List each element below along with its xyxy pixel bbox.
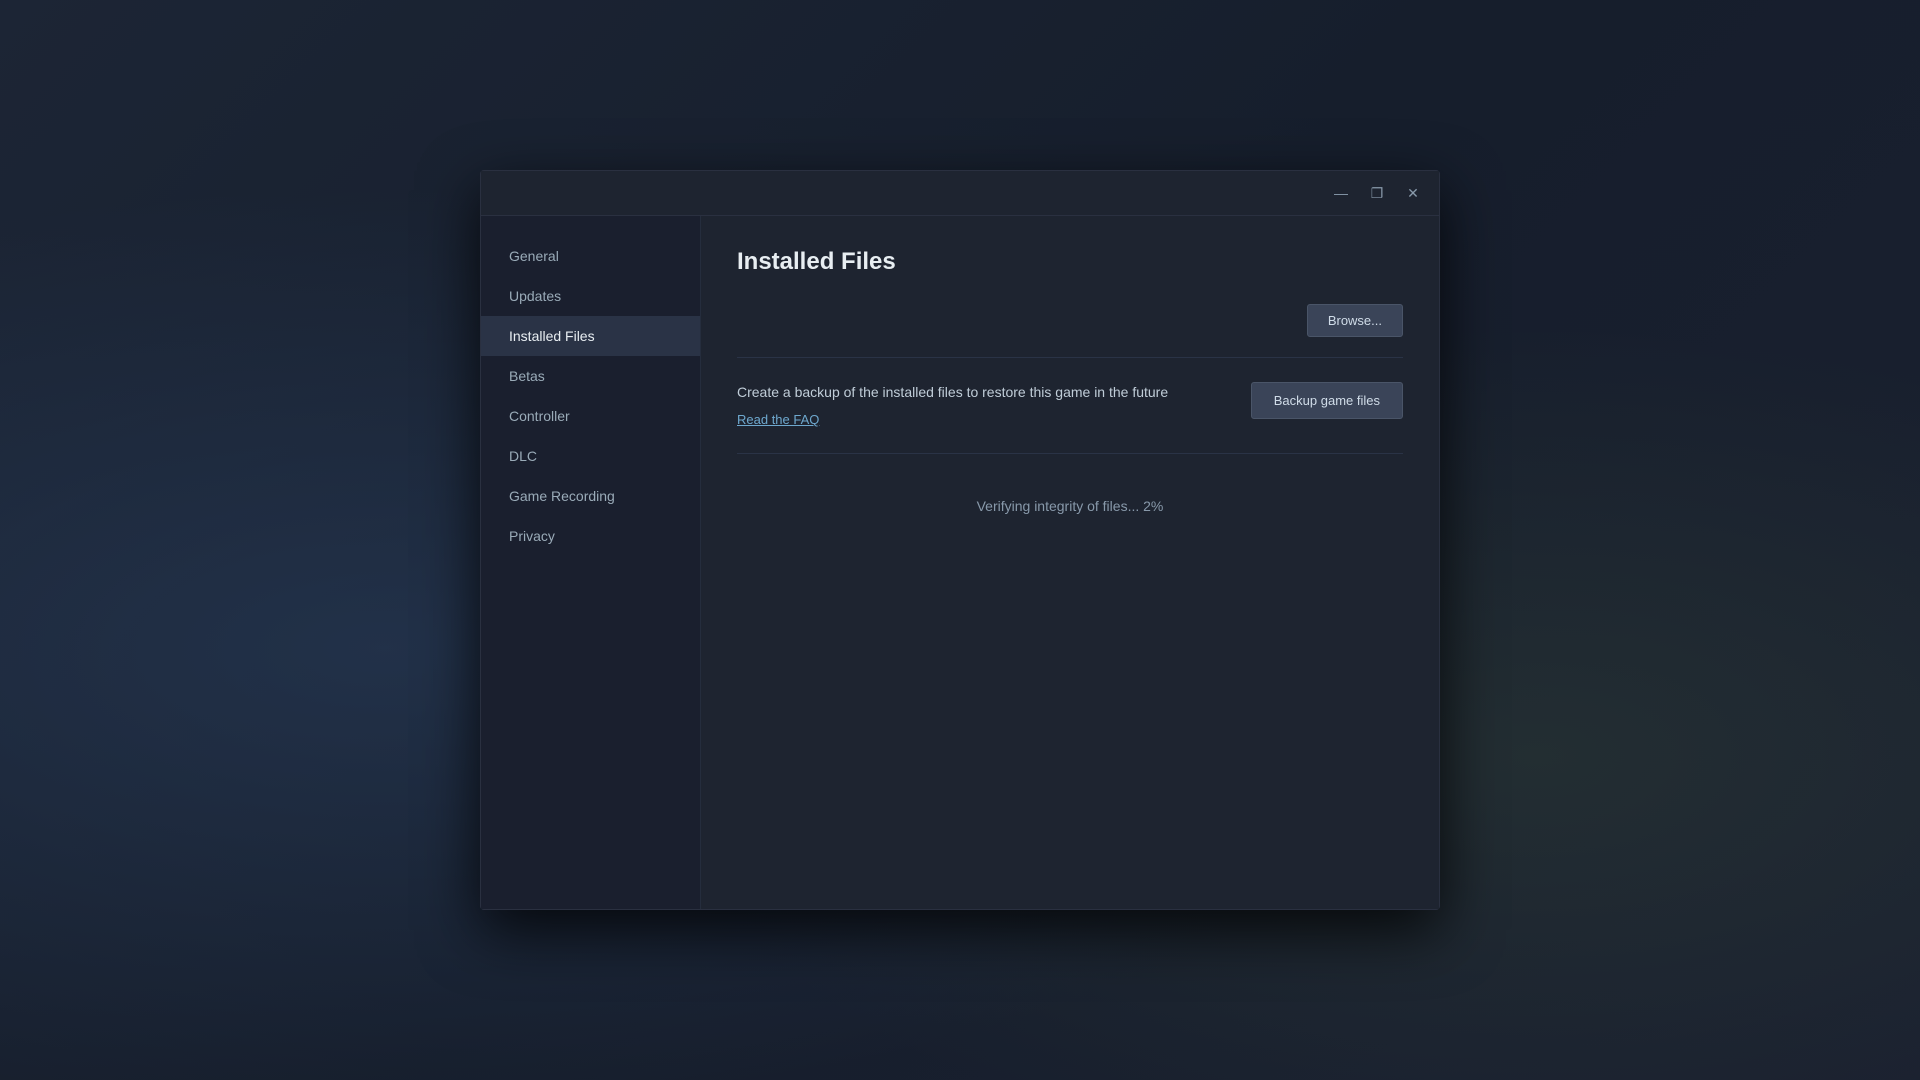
sidebar: General Updates Installed Files Betas Co… xyxy=(481,216,701,909)
sidebar-item-dlc[interactable]: DLC xyxy=(481,436,700,476)
backup-game-files-button[interactable]: Backup game files xyxy=(1251,382,1403,419)
content-area: General Updates Installed Files Betas Co… xyxy=(481,216,1439,909)
maximize-button[interactable]: ❐ xyxy=(1363,179,1391,207)
browse-row: Browse... xyxy=(737,304,1403,337)
backup-text: Create a backup of the installed files t… xyxy=(737,382,1227,429)
verify-status: Verifying integrity of files... 2% xyxy=(737,482,1403,530)
minimize-button[interactable]: — xyxy=(1327,179,1355,207)
sidebar-item-privacy[interactable]: Privacy xyxy=(481,516,700,556)
sidebar-item-controller[interactable]: Controller xyxy=(481,396,700,436)
browse-button[interactable]: Browse... xyxy=(1307,304,1403,337)
sidebar-item-updates[interactable]: Updates xyxy=(481,276,700,316)
divider xyxy=(737,357,1403,358)
close-button[interactable]: ✕ xyxy=(1399,179,1427,207)
main-content-area: Installed Files Browse... Create a backu… xyxy=(701,216,1439,909)
page-title: Installed Files xyxy=(737,248,1403,276)
sidebar-item-installed-files[interactable]: Installed Files xyxy=(481,316,700,356)
backup-section: Create a backup of the installed files t… xyxy=(737,382,1403,454)
backup-description: Create a backup of the installed files t… xyxy=(737,382,1227,403)
main-window: — ❐ ✕ General Updates Installed Files Be… xyxy=(480,170,1440,910)
sidebar-item-game-recording[interactable]: Game Recording xyxy=(481,476,700,516)
faq-link[interactable]: Read the FAQ xyxy=(737,412,819,427)
titlebar: — ❐ ✕ xyxy=(481,171,1439,216)
sidebar-item-betas[interactable]: Betas xyxy=(481,356,700,396)
sidebar-item-general[interactable]: General xyxy=(481,236,700,276)
